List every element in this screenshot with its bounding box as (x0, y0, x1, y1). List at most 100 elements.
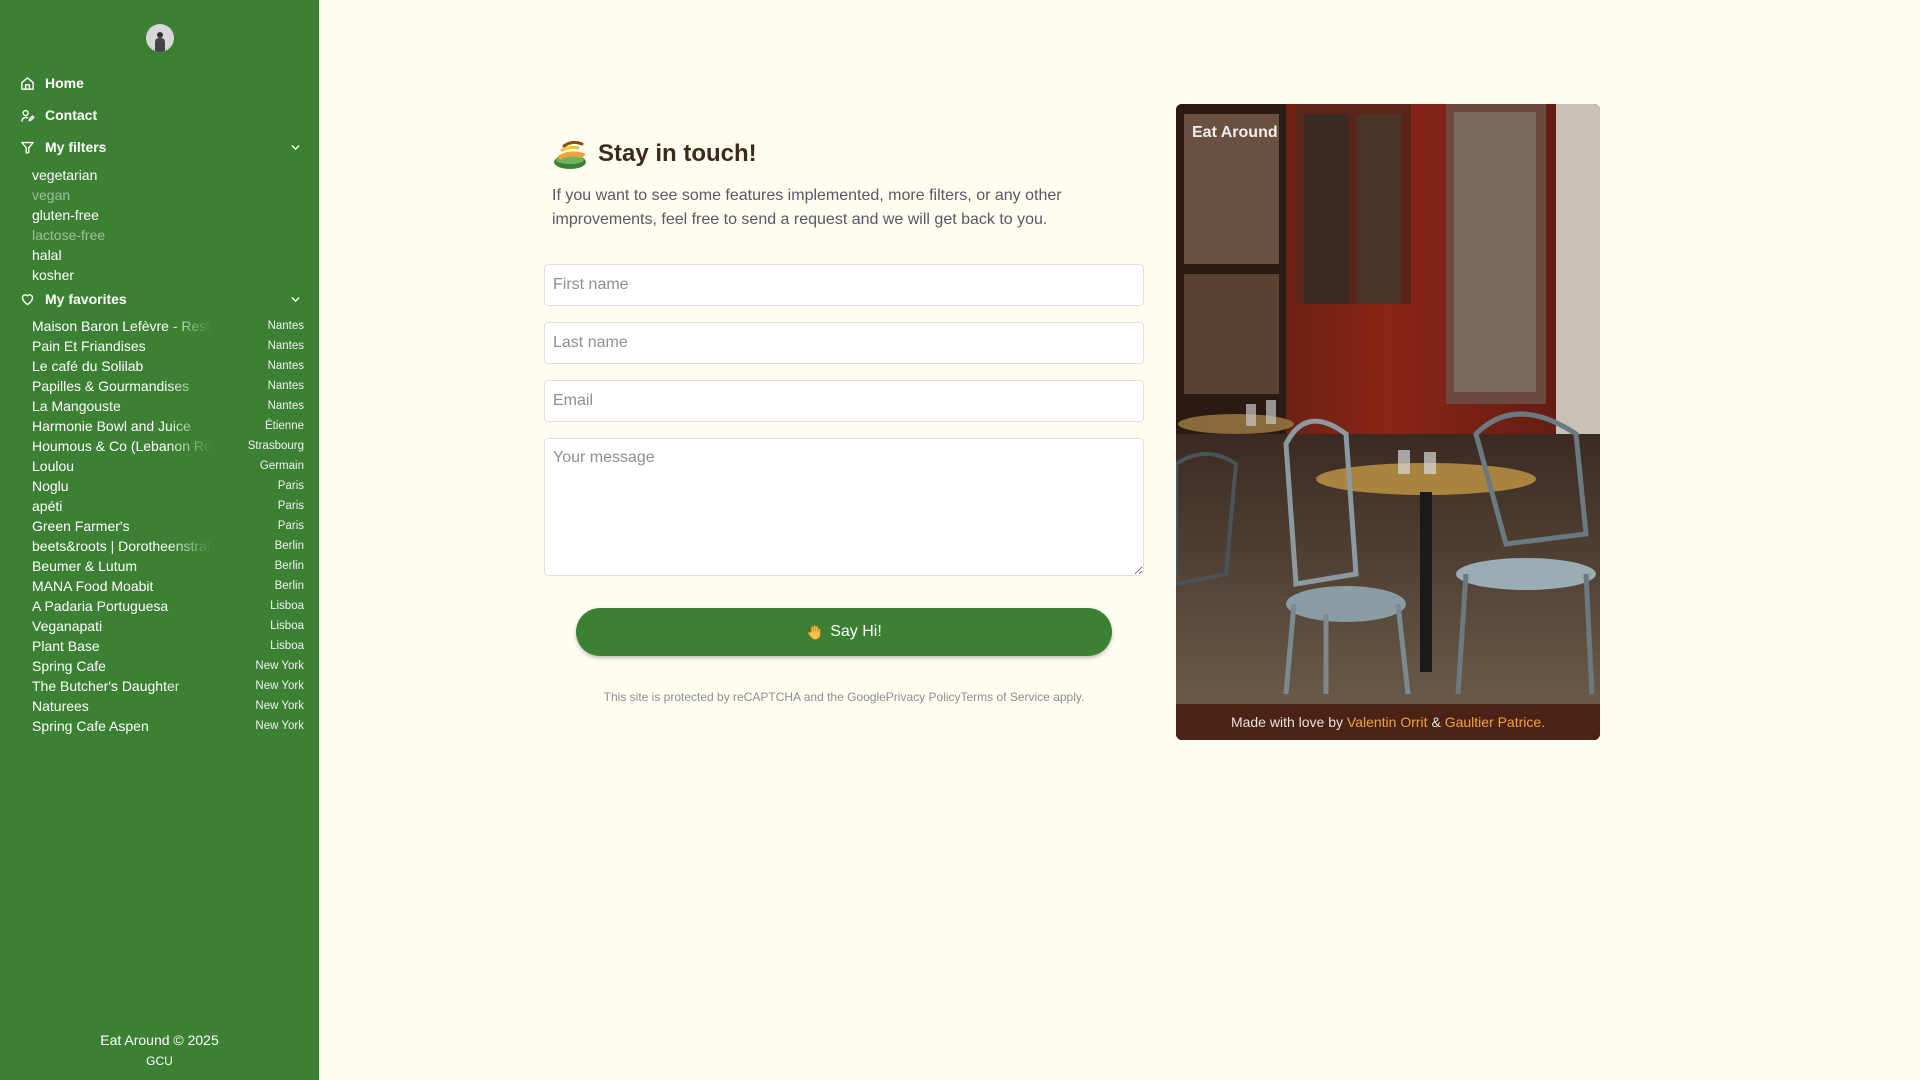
favorite-name: Beumer & Lutum (32, 558, 138, 574)
favorite-city: Paris (277, 500, 304, 512)
favorites-section-label: My favorites (45, 291, 127, 307)
recaptcha-notice: This site is protected by reCAPTCHA and … (576, 690, 1112, 704)
favorite-name: beets&roots | Dorotheenstraße (32, 538, 212, 554)
filters-toggle[interactable]: My filters (20, 139, 300, 155)
favorite-city: New York (255, 660, 304, 672)
filters-section-label: My filters (45, 139, 107, 155)
card-title: Eat Around (1192, 124, 1278, 141)
favorite-city: Berlin (274, 560, 304, 572)
filter-kosher[interactable]: kosher (32, 265, 292, 285)
favorite-name: Pain Et Friandises (32, 338, 146, 354)
author-link-gaultier[interactable]: Gaultier Patrice. (1445, 714, 1545, 730)
favorite-city: Nantes (267, 360, 304, 372)
chevron-down-icon[interactable] (289, 141, 302, 154)
favorite-name: Naturees (32, 698, 89, 714)
favorite-item[interactable]: MANA Food Moabit Berlin (32, 576, 304, 596)
waving-hand-icon (808, 624, 821, 640)
favorite-city: Nantes (267, 320, 304, 332)
favorite-item[interactable]: The Butcher's Daughter New York (32, 676, 304, 696)
filter-vegetarian[interactable]: vegetarian (32, 165, 292, 185)
page-title: Stay in touch! (598, 140, 757, 167)
favorite-item[interactable]: Le café du Solilab Nantes (32, 356, 304, 376)
terms-link[interactable]: Terms of Service (960, 690, 1049, 704)
chevron-down-icon[interactable] (289, 293, 302, 306)
favorite-item[interactable]: Beumer & Lutum Berlin (32, 556, 304, 576)
filter-gluten-free[interactable]: gluten-free (32, 205, 292, 225)
favorite-name: La Mangouste (32, 398, 121, 414)
say-hi-button[interactable]: Say Hi! (576, 608, 1112, 656)
favorite-item[interactable]: A Padaria Portuguesa Lisboa (32, 596, 304, 616)
gcu-link[interactable]: GCU (0, 1054, 319, 1068)
last-name-field[interactable] (544, 322, 1144, 364)
favorite-city: New York (255, 700, 304, 712)
message-field[interactable] (544, 438, 1144, 576)
filter-vegan[interactable]: vegan (32, 185, 292, 205)
favorite-name: Veganapati (32, 618, 103, 634)
say-hi-label: Say Hi! (830, 623, 882, 640)
favorite-item[interactable]: Green Farmer's Paris (32, 516, 304, 536)
favorite-item[interactable]: La Mangouste Nantes (32, 396, 304, 416)
food-logo-icon (554, 140, 586, 169)
privacy-policy-link[interactable]: Privacy Policy (886, 690, 961, 704)
favorite-item[interactable]: Houmous & Co (Lebanon Restaurant) Strasbo… (32, 436, 304, 456)
favorite-name: Plant Base (32, 638, 100, 654)
filter-halal[interactable]: halal (32, 245, 292, 265)
favorite-name: Noglu (32, 478, 69, 494)
favorites-toggle[interactable]: My favorites (20, 291, 300, 307)
contact-intro: If you want to see some features impleme… (552, 187, 1062, 228)
favorite-name: Le café du Solilab (32, 358, 144, 374)
favorite-item[interactable]: Noglu Paris (32, 476, 304, 496)
favorite-item[interactable]: Maison Baron Lefèvre - Restaurant Nantes (32, 316, 304, 336)
user-edit-icon (21, 109, 35, 122)
favorite-item[interactable]: Plant Base Lisboa (32, 636, 304, 656)
credits: Made with love by Valentin Orrit & Gault… (1176, 704, 1600, 740)
author-link-valentin[interactable]: Valentin Orrit (1347, 714, 1428, 730)
nav-home[interactable]: Home (20, 75, 300, 91)
favorite-item[interactable]: Loulou Germain (32, 456, 304, 476)
nav-contact[interactable]: Contact (20, 107, 300, 123)
email-field[interactable] (544, 380, 1144, 422)
favorite-item[interactable]: Veganapati Lisboa (32, 616, 304, 636)
favorite-city: Strasbourg (247, 440, 304, 452)
copyright: Eat Around © 2025 (100, 1032, 219, 1048)
favorite-item[interactable]: apéti Paris (32, 496, 304, 516)
favorite-item[interactable]: Spring Cafe Aspen New York (32, 716, 304, 736)
favorite-city: Lisboa (270, 620, 304, 632)
favorite-item[interactable]: Pain Et Friandises Nantes (32, 336, 304, 356)
filter-icon (21, 141, 34, 154)
first-name-field[interactable] (544, 264, 1144, 306)
favorite-city: Lisboa (270, 600, 304, 612)
favorite-name: Maison Baron Lefèvre - Restaurant (32, 318, 212, 334)
favorite-name: Papilles & Gourmandises (32, 378, 190, 394)
favorite-city: Berlin (274, 540, 304, 552)
favorite-item[interactable]: beets&roots | Dorotheenstraße Berlin (32, 536, 304, 556)
cafe-photo-card: Eat Around Made with love by Valentin Or… (1176, 104, 1600, 740)
contact-heading: Stay in touch! (552, 136, 757, 172)
nav-contact-label: Contact (45, 107, 98, 123)
favorite-item[interactable]: Harmonie Bowl and Juice Étienne (32, 416, 304, 436)
favorite-city: New York (255, 680, 304, 692)
cafe-terrace-photo (1176, 104, 1600, 704)
favorite-name: Green Farmer's (32, 518, 130, 534)
favorite-item[interactable]: Papilles & Gourmandises Nantes (32, 376, 304, 396)
favorite-city: Paris (277, 480, 304, 492)
favorite-name: Loulou (32, 458, 75, 474)
avatar[interactable] (146, 24, 174, 52)
recaptcha-suffix: apply. (1053, 690, 1085, 704)
favorites-list: Maison Baron Lefèvre - RestaurantNantesP… (32, 316, 304, 736)
home-icon (21, 76, 34, 90)
favorite-city: Nantes (267, 400, 304, 412)
favorite-name: Houmous & Co (Lebanon Restaurant) (32, 438, 212, 454)
favorite-item[interactable]: Naturees New York (32, 696, 304, 716)
filter-lactose-free[interactable]: lactose-free (32, 225, 292, 245)
sidebar: Home Contact My filters vegetarian vegan… (0, 0, 319, 1080)
favorite-city: Berlin (274, 580, 304, 592)
recaptcha-prefix: This site is protected by reCAPTCHA and … (603, 690, 886, 704)
favorite-city: Étienne (264, 420, 304, 432)
favorite-city: Nantes (267, 380, 304, 392)
favorite-name: MANA Food Moabit (32, 578, 154, 594)
favorite-name: Harmonie Bowl and Juice (32, 418, 191, 434)
favorite-item[interactable]: Spring Cafe New York (32, 656, 304, 676)
favorite-name: apéti (32, 498, 63, 514)
filters-list: vegetarian vegan gluten-free lactose-fre… (32, 165, 292, 285)
